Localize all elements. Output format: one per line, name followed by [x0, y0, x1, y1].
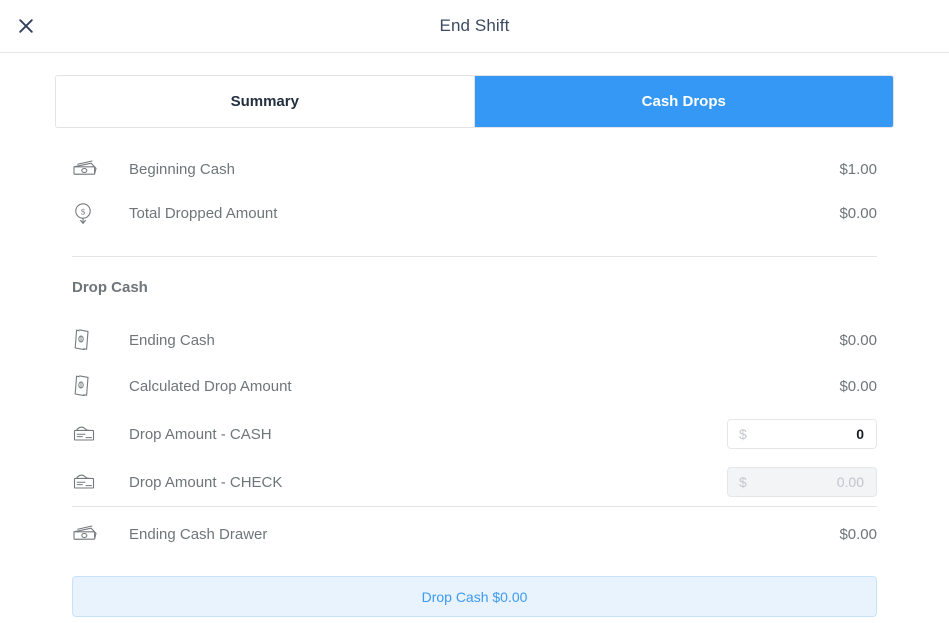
- check-icon: [72, 472, 116, 492]
- row-label: Calculated Drop Amount: [129, 377, 292, 395]
- row-value: $0.00: [839, 377, 877, 395]
- svg-text:$: $: [81, 206, 86, 216]
- row-value: $0.00: [839, 204, 877, 222]
- row-value: $0.00: [839, 525, 877, 543]
- check-icon: [72, 424, 116, 444]
- banknote-icon: [72, 159, 116, 179]
- row-value: $1.00: [839, 160, 877, 178]
- drop-amount-cash-input[interactable]: [727, 419, 877, 449]
- drop-amount-check-field-wrap: $: [727, 467, 877, 497]
- row-label: Drop Amount - CHECK: [129, 473, 283, 491]
- rows-container: Beginning Cash $1.00 $ Total Dropped Amo…: [55, 147, 894, 235]
- row-drop-amount-cash: Drop Amount - CASH $: [72, 410, 877, 458]
- row-total-dropped-amount: $ Total Dropped Amount $0.00: [72, 191, 877, 235]
- row-beginning-cash: Beginning Cash $1.00: [72, 147, 877, 191]
- row-ending-cash-drawer: Ending Cash Drawer $0.00: [72, 512, 877, 556]
- tab-bar: Summary Cash Drops: [55, 75, 894, 128]
- row-label: Beginning Cash: [129, 160, 235, 178]
- tab-summary[interactable]: Summary: [56, 76, 475, 127]
- row-calculated-drop-amount: Calculated Drop Amount $0.00: [72, 364, 877, 408]
- row-label: Total Dropped Amount: [129, 204, 278, 222]
- total-row-container: Ending Cash Drawer $0.00: [55, 512, 894, 556]
- drop-cash-button[interactable]: Drop Cash $0.00: [72, 576, 877, 617]
- row-label: Ending Cash: [129, 331, 215, 349]
- tab-cash-drops-label: Cash Drops: [641, 93, 726, 110]
- row-drop-amount-check: Drop Amount - CHECK $: [72, 458, 877, 506]
- divider-top: [72, 256, 877, 257]
- modal-header: End Shift: [0, 0, 949, 53]
- section-title-drop-cash: Drop Cash: [72, 278, 148, 296]
- row-label: Ending Cash Drawer: [129, 525, 268, 543]
- drop-amount-cash-field-wrap: $: [727, 419, 877, 449]
- row-label: Drop Amount - CASH: [129, 425, 272, 443]
- tab-cash-drops[interactable]: Cash Drops: [474, 76, 893, 127]
- drop-rows-container: Ending Cash $0.00 Calculated Drop Amount…: [55, 318, 894, 506]
- row-ending-cash: Ending Cash $0.00: [72, 318, 877, 362]
- cash-stack-icon: [72, 373, 116, 399]
- drop-amount-check-input[interactable]: [727, 467, 877, 497]
- modal-body: Summary Cash Drops Beginning Cash $1.00: [0, 75, 949, 617]
- page-title: End Shift: [439, 16, 510, 35]
- banknote-icon: [72, 524, 116, 544]
- cash-stack-icon: [72, 327, 116, 353]
- divider-bottom: [72, 506, 877, 507]
- row-value: $0.00: [839, 331, 877, 349]
- drop-cash-button-label: Drop Cash $0.00: [421, 588, 528, 605]
- money-drop-icon: $: [72, 201, 116, 225]
- tab-summary-label: Summary: [230, 93, 299, 110]
